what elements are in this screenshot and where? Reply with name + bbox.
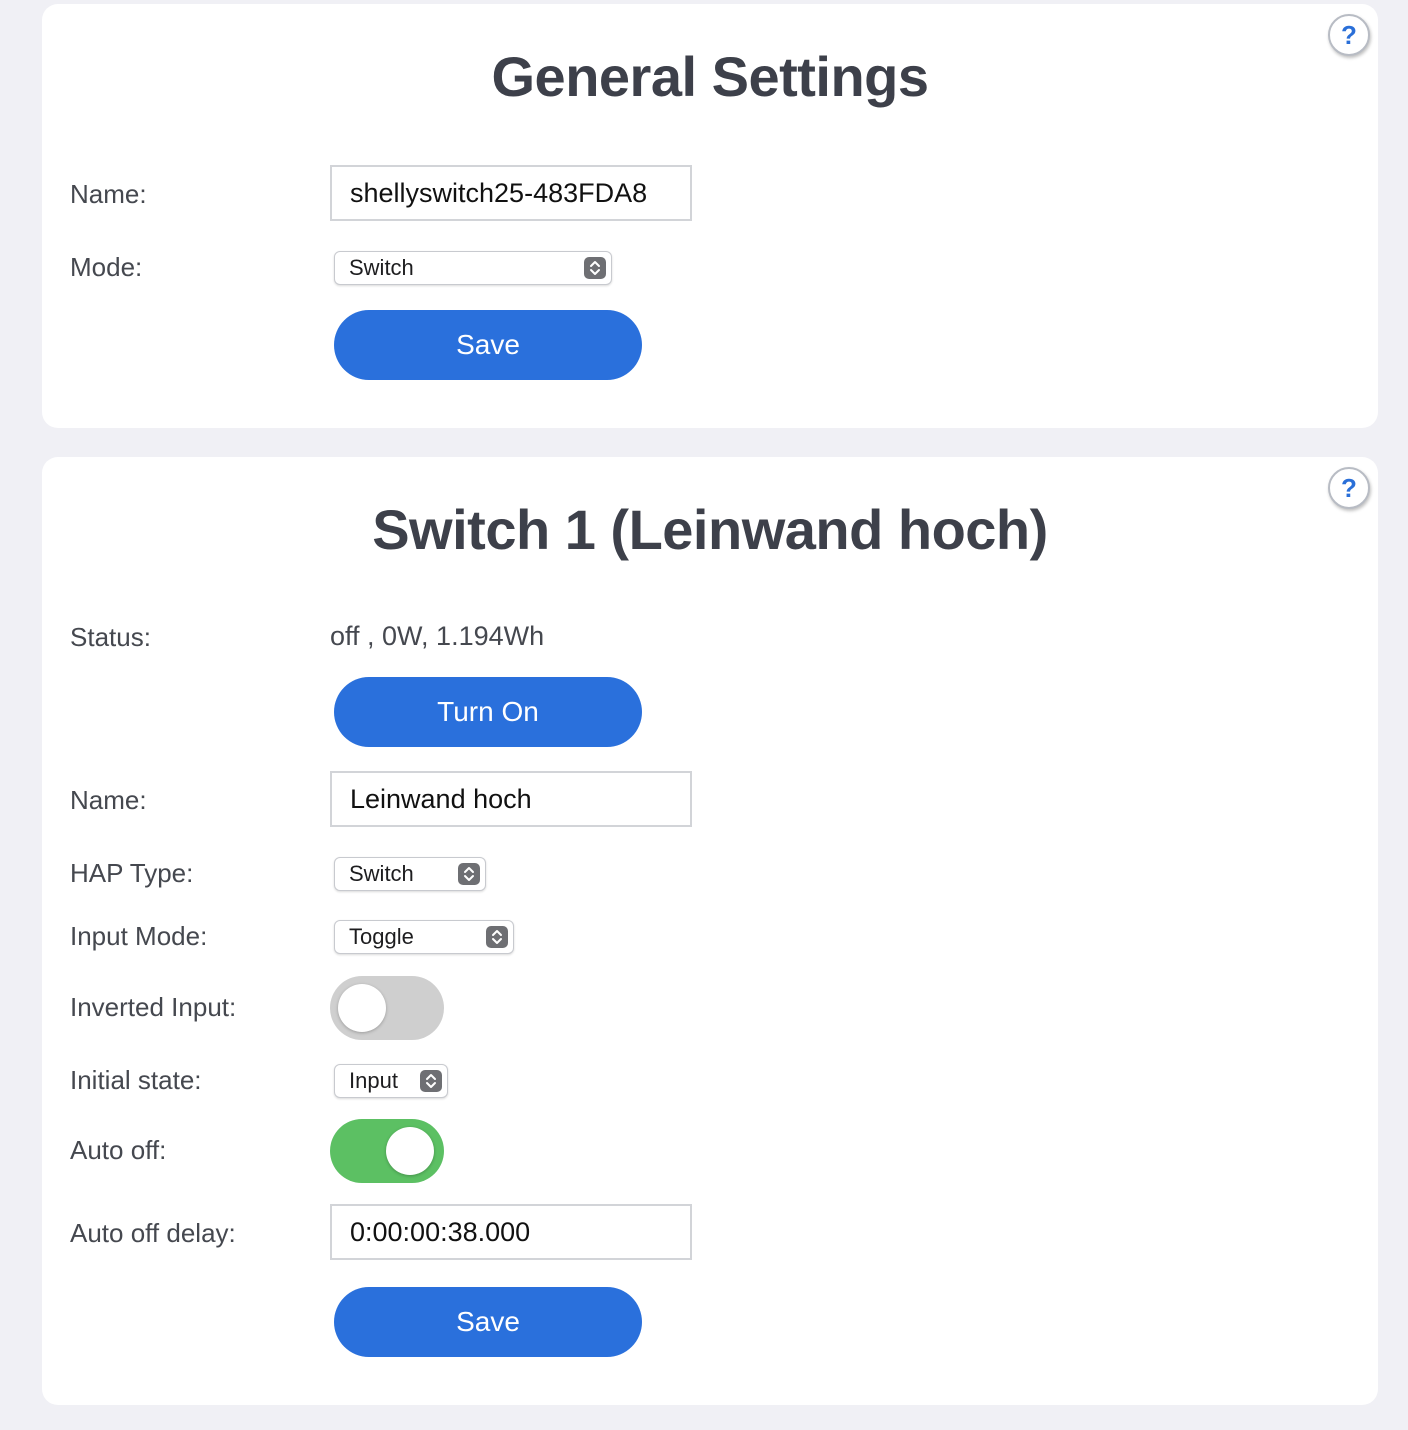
up-down-chevron-icon	[420, 1070, 442, 1092]
initial-state-select-value: Input	[349, 1068, 398, 1093]
general-settings-card: ? General Settings Name: Mode: Switch Sa…	[42, 4, 1378, 428]
auto-off-delay-label: Auto off delay:	[70, 1218, 236, 1248]
input-mode-label: Input Mode:	[70, 921, 208, 951]
status-value: off , 0W, 1.194Wh	[330, 621, 545, 651]
switch1-title: Switch 1 (Leinwand hoch)	[372, 498, 1048, 561]
auto-off-toggle[interactable]	[330, 1119, 444, 1183]
input-mode-select-value: Toggle	[349, 924, 414, 949]
mode-select-value: Switch	[349, 255, 414, 280]
switch1-save-button[interactable]: Save	[334, 1287, 642, 1357]
general-settings-title: General Settings	[491, 45, 929, 108]
general-name-label: Name:	[70, 179, 147, 209]
switch1-card: ? Switch 1 (Leinwand hoch) Status: off ,…	[42, 457, 1378, 1405]
mode-label: Mode:	[70, 252, 143, 282]
mode-select[interactable]: Switch	[334, 251, 612, 285]
input-mode-select[interactable]: Toggle	[334, 920, 514, 954]
switch1-name-input[interactable]	[330, 771, 692, 827]
general-name-input[interactable]	[330, 165, 692, 221]
toggle-knob	[338, 984, 386, 1032]
up-down-chevron-icon	[486, 926, 508, 948]
auto-off-label: Auto off:	[70, 1135, 167, 1165]
up-down-chevron-icon	[584, 257, 606, 279]
up-down-chevron-icon	[458, 863, 480, 885]
general-save-button[interactable]: Save	[334, 310, 642, 380]
inverted-input-toggle[interactable]	[330, 976, 444, 1040]
inverted-input-label: Inverted Input:	[70, 992, 237, 1022]
auto-off-delay-input[interactable]	[330, 1204, 692, 1260]
hap-type-label: HAP Type:	[70, 858, 194, 888]
switch1-name-label: Name:	[70, 785, 147, 815]
hap-type-select-value: Switch	[349, 861, 414, 886]
status-label: Status:	[70, 622, 151, 652]
turn-on-button[interactable]: Turn On	[334, 677, 642, 747]
initial-state-label: Initial state:	[70, 1065, 202, 1095]
hap-type-select[interactable]: Switch	[334, 857, 486, 891]
initial-state-select[interactable]: Input	[334, 1064, 448, 1098]
toggle-knob	[386, 1127, 434, 1175]
